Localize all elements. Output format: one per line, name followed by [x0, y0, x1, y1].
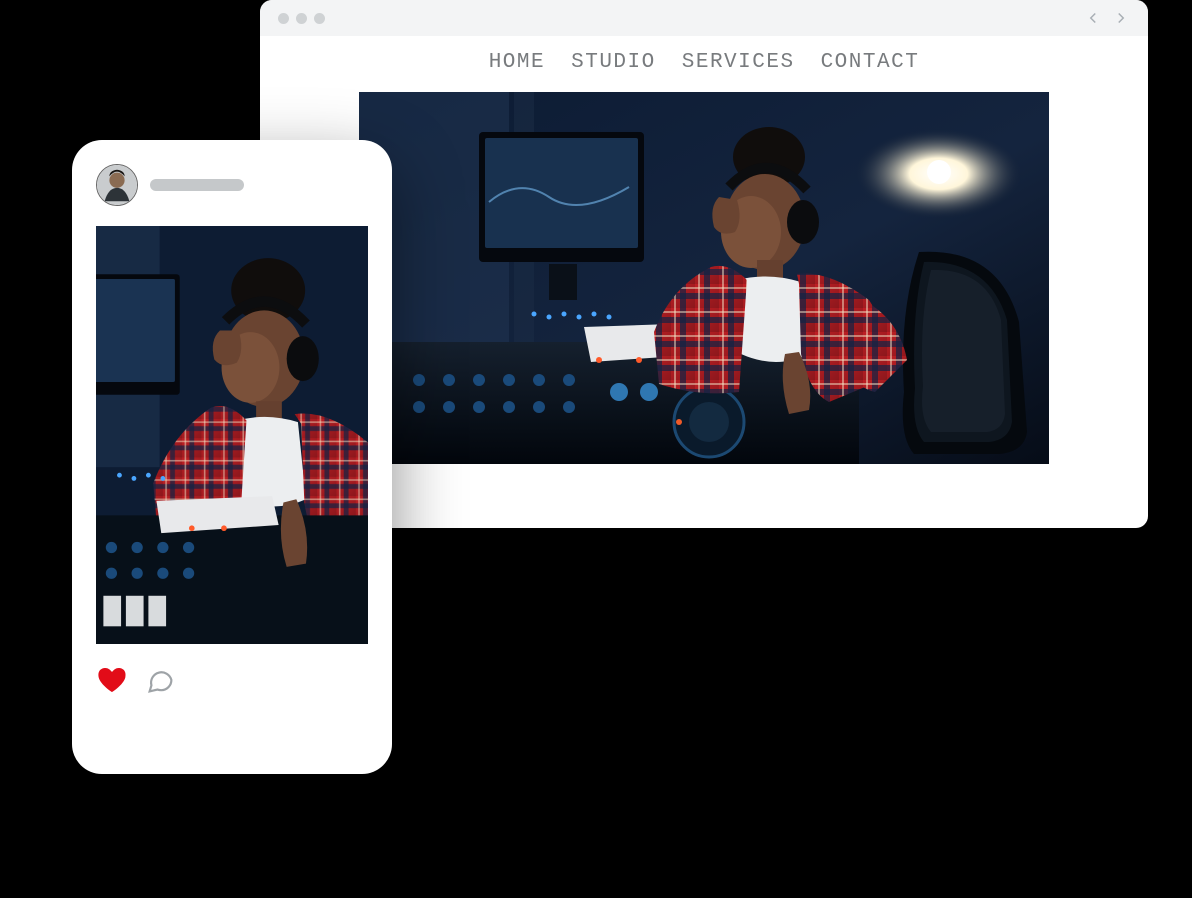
comment-icon[interactable] — [146, 666, 175, 695]
browser-nav-arrows — [1084, 9, 1130, 27]
nav-home[interactable]: HOME — [489, 51, 545, 74]
hero-image — [359, 92, 1049, 464]
maximize-dot-icon[interactable] — [314, 13, 325, 24]
post-header — [96, 164, 368, 206]
avatar[interactable] — [96, 164, 138, 206]
browser-titlebar — [260, 0, 1148, 36]
studio-photo — [359, 92, 1049, 464]
heart-icon[interactable] — [96, 664, 128, 696]
post-image[interactable] — [96, 226, 368, 644]
site-nav: HOME STUDIO SERVICES CONTACT — [260, 51, 1148, 74]
nav-contact[interactable]: CONTACT — [821, 51, 920, 74]
post-actions — [96, 664, 368, 696]
nav-services[interactable]: SERVICES — [682, 51, 795, 74]
minimize-dot-icon[interactable] — [296, 13, 307, 24]
social-card — [72, 140, 392, 774]
username-placeholder — [150, 179, 244, 191]
studio-photo-crop — [96, 226, 368, 644]
browser-content: HOME STUDIO SERVICES CONTACT — [260, 36, 1148, 484]
forward-icon[interactable] — [1112, 9, 1130, 27]
browser-window: HOME STUDIO SERVICES CONTACT — [260, 0, 1148, 528]
back-icon[interactable] — [1084, 9, 1102, 27]
nav-studio[interactable]: STUDIO — [571, 51, 656, 74]
close-dot-icon[interactable] — [278, 13, 289, 24]
window-controls — [278, 13, 325, 24]
